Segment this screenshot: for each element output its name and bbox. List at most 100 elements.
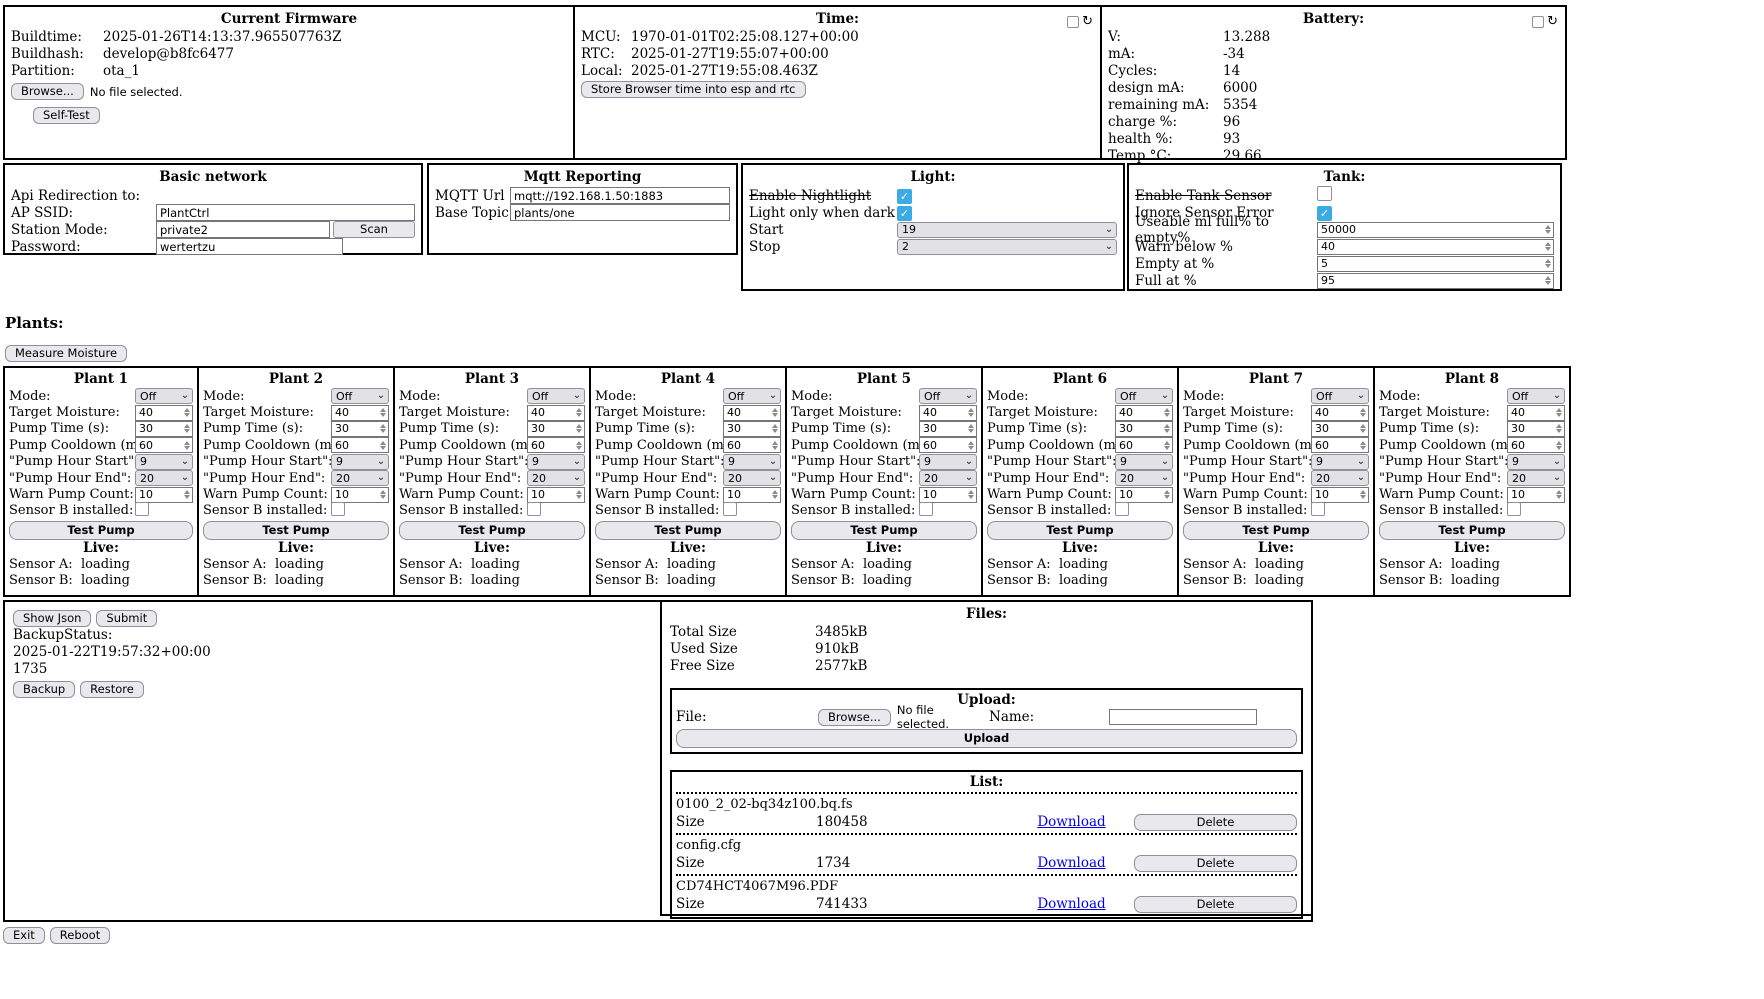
spinner-icon[interactable] [1554,441,1564,450]
ignore-sensor-error-checkbox[interactable]: ✓ [1317,206,1332,221]
pump-hour-start-select[interactable]: 9⌄ [1507,454,1565,470]
enable-tank-sensor-checkbox[interactable]: ✓ [1317,186,1332,201]
spinner-icon[interactable] [1554,490,1564,499]
sensor-b-installed-checkbox[interactable]: ✓ [331,502,345,516]
warn-pump-count-input[interactable]: 10 [1311,487,1369,503]
pump-hour-end-select[interactable]: 20⌄ [1311,470,1369,486]
target-moisture-input[interactable]: 40 [527,405,585,421]
scan-button[interactable]: Scan [333,221,415,238]
spinner-icon[interactable] [182,441,192,450]
pump-cooldown-input[interactable]: 60 [919,437,977,453]
test-pump-button[interactable]: Test Pump [9,521,193,540]
backup-button[interactable]: Backup [13,681,75,698]
spinner-icon[interactable] [966,408,976,417]
pump-time-input[interactable]: 30 [1507,421,1565,437]
measure-moisture-button[interactable]: Measure Moisture [5,345,127,362]
test-pump-button[interactable]: Test Pump [987,521,1173,540]
pump-cooldown-input[interactable]: 60 [1115,437,1173,453]
pump-hour-end-select[interactable]: 20⌄ [527,470,585,486]
spinner-icon[interactable] [770,408,780,417]
pump-cooldown-input[interactable]: 60 [331,437,389,453]
spinner-icon[interactable] [770,490,780,499]
enable-nightlight-checkbox[interactable]: ✓ [897,189,912,204]
spinner-icon[interactable] [574,408,584,417]
delete-button[interactable]: Delete [1134,814,1297,831]
spinner-icon[interactable] [1554,408,1564,417]
upload-browse-button[interactable]: Browse... [818,709,891,726]
test-pump-button[interactable]: Test Pump [203,521,389,540]
spinner-icon[interactable] [1543,276,1553,285]
warn-pump-count-input[interactable]: 10 [1507,487,1565,503]
reboot-button[interactable]: Reboot [50,927,110,944]
spinner-icon[interactable] [966,424,976,433]
spinner-icon[interactable] [1543,242,1553,251]
mode-select[interactable]: Off⌄ [1115,388,1173,404]
spinner-icon[interactable] [574,424,584,433]
useable-ml-input[interactable]: 50000 [1317,222,1554,238]
spinner-icon[interactable] [574,490,584,499]
pump-hour-start-select[interactable]: 9⌄ [723,454,781,470]
target-moisture-input[interactable]: 40 [331,405,389,421]
station-ssid-input[interactable] [156,221,330,238]
delete-button[interactable]: Delete [1134,855,1297,872]
spinner-icon[interactable] [1358,490,1368,499]
spinner-icon[interactable] [378,408,388,417]
pump-cooldown-input[interactable]: 60 [1507,437,1565,453]
spinner-icon[interactable] [182,408,192,417]
mode-select[interactable]: Off⌄ [1311,388,1369,404]
spinner-icon[interactable] [574,441,584,450]
pump-hour-end-select[interactable]: 20⌄ [1115,470,1173,486]
restore-button[interactable]: Restore [80,681,144,698]
sensor-b-installed-checkbox[interactable]: ✓ [1507,502,1521,516]
spinner-icon[interactable] [182,424,192,433]
mode-select[interactable]: Off⌄ [527,388,585,404]
refresh-icon[interactable]: ↻ [1547,15,1558,28]
test-pump-button[interactable]: Test Pump [1379,521,1565,540]
battery-autorefresh-checkbox[interactable]: ✓ [1532,16,1544,28]
spinner-icon[interactable] [378,490,388,499]
target-moisture-input[interactable]: 40 [1507,405,1565,421]
sensor-b-installed-checkbox[interactable]: ✓ [723,502,737,516]
spinner-icon[interactable] [770,441,780,450]
light-only-dark-checkbox[interactable]: ✓ [897,206,912,221]
pump-hour-start-select[interactable]: 9⌄ [1115,454,1173,470]
spinner-icon[interactable] [378,441,388,450]
pump-cooldown-input[interactable]: 60 [135,437,193,453]
pump-hour-end-select[interactable]: 20⌄ [135,470,193,486]
test-pump-button[interactable]: Test Pump [399,521,585,540]
pump-hour-end-select[interactable]: 20⌄ [1507,470,1565,486]
pump-hour-start-select[interactable]: 9⌄ [135,454,193,470]
mode-select[interactable]: Off⌄ [135,388,193,404]
download-link[interactable]: Download [1037,855,1105,871]
mode-select[interactable]: Off⌄ [919,388,977,404]
mode-select[interactable]: Off⌄ [1507,388,1565,404]
spinner-icon[interactable] [1358,408,1368,417]
show-json-button[interactable]: Show Json [13,610,91,627]
spinner-icon[interactable] [1543,225,1553,234]
pump-hour-start-select[interactable]: 9⌄ [1311,454,1369,470]
spinner-icon[interactable] [770,424,780,433]
submit-button[interactable]: Submit [96,610,157,627]
sensor-b-installed-checkbox[interactable]: ✓ [135,502,149,516]
pump-hour-start-select[interactable]: 9⌄ [331,454,389,470]
test-pump-button[interactable]: Test Pump [595,521,781,540]
spinner-icon[interactable] [966,490,976,499]
spinner-icon[interactable] [1162,424,1172,433]
warn-below-input[interactable]: 40 [1317,239,1554,255]
test-pump-button[interactable]: Test Pump [791,521,977,540]
pump-time-input[interactable]: 30 [527,421,585,437]
target-moisture-input[interactable]: 40 [723,405,781,421]
ap-ssid-input[interactable] [156,204,415,221]
pump-hour-start-select[interactable]: 9⌄ [527,454,585,470]
sensor-b-installed-checkbox[interactable]: ✓ [527,502,541,516]
spinner-icon[interactable] [966,441,976,450]
target-moisture-input[interactable]: 40 [135,405,193,421]
warn-pump-count-input[interactable]: 10 [527,487,585,503]
pump-time-input[interactable]: 30 [723,421,781,437]
pump-time-input[interactable]: 30 [919,421,977,437]
spinner-icon[interactable] [1554,424,1564,433]
test-pump-button[interactable]: Test Pump [1183,521,1369,540]
pump-time-input[interactable]: 30 [1115,421,1173,437]
mode-select[interactable]: Off⌄ [331,388,389,404]
firmware-browse-button[interactable]: Browse... [11,83,84,100]
